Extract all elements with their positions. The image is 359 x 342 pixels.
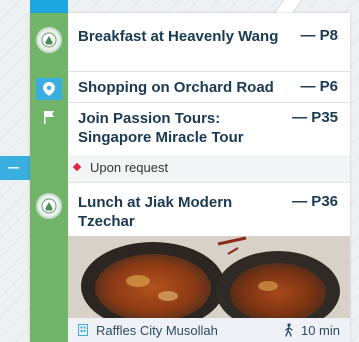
walking-person-icon	[285, 323, 293, 337]
item-icon	[30, 109, 68, 125]
diamond-icon	[72, 162, 82, 172]
note-text: Upon request	[90, 160, 169, 175]
item-page-ref[interactable]: — P6	[300, 78, 338, 95]
flag-icon	[44, 111, 54, 124]
itinerary-item-breakfast[interactable]: Breakfast at Heavenly Wang — P8	[30, 27, 350, 53]
item-page-ref[interactable]: — P35	[292, 109, 338, 126]
item-page-ref[interactable]: — P36	[292, 193, 338, 210]
row-divider	[68, 71, 350, 72]
item-title: Breakfast at Heavenly Wang	[78, 28, 279, 45]
itinerary-item-lunch[interactable]: Lunch at Jiak Modern Tzechar — P36	[30, 193, 350, 231]
row-divider	[68, 102, 350, 103]
restaurant-badge-icon	[36, 193, 62, 219]
item-page-ref[interactable]: — P8	[300, 27, 338, 44]
transit-footer[interactable]: Raffles City Musollah 10 min	[68, 318, 350, 342]
upon-request-note: Upon request	[68, 155, 350, 182]
item-title: Lunch at Jiak Modern Tzechar	[78, 194, 233, 230]
location-pin-icon	[36, 78, 62, 100]
item-icon	[30, 193, 68, 219]
itinerary-item-tour[interactable]: Join Passion Tours: Singapore Miracle To…	[30, 109, 350, 147]
itinerary-item-shopping[interactable]: Shopping on Orchard Road — P6	[30, 78, 350, 100]
item-icon	[30, 78, 68, 100]
top-accent-bar	[30, 0, 68, 13]
place-name: Raffles City Musollah	[96, 322, 218, 338]
timeline-rail	[30, 13, 68, 342]
row-divider	[68, 182, 350, 183]
food-photo	[68, 236, 350, 318]
building-icon	[78, 324, 88, 336]
item-title: Shopping on Orchard Road	[78, 79, 274, 96]
item-title: Join Passion Tours: Singapore Miracle To…	[78, 110, 244, 146]
walk-time: 10 min	[300, 322, 340, 338]
item-icon	[30, 27, 68, 53]
restaurant-badge-icon	[36, 27, 62, 53]
